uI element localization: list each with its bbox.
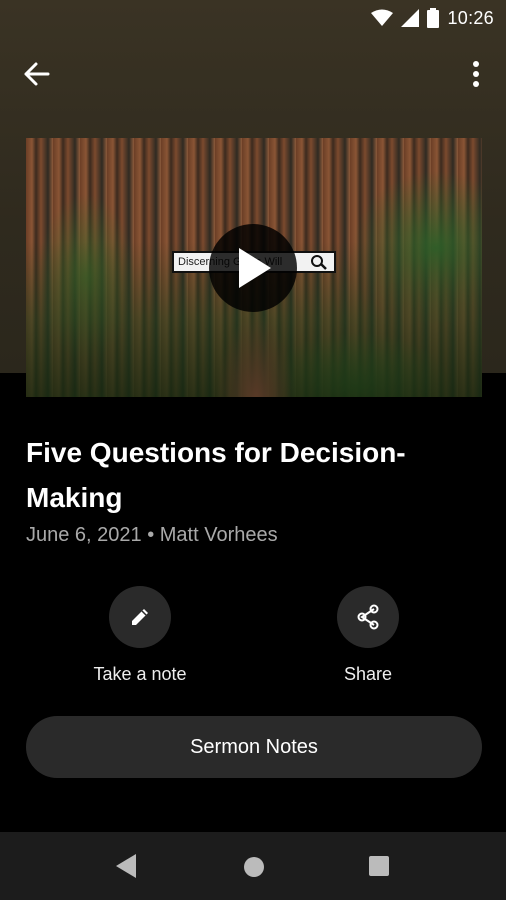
pencil-icon <box>132 609 148 625</box>
app-bar <box>0 48 506 100</box>
battery-icon <box>427 8 440 28</box>
magnifier-icon <box>310 254 328 275</box>
video-thumbnail[interactable]: Discerning God's Will <box>26 138 482 397</box>
forest-path-image <box>216 313 296 397</box>
take-a-note-circle[interactable] <box>109 586 171 648</box>
take-a-note-button[interactable]: Take a note <box>60 586 220 685</box>
play-icon <box>239 248 271 288</box>
nav-back-icon <box>116 854 136 878</box>
more-vert-icon <box>473 61 479 87</box>
nav-home-icon <box>244 857 264 877</box>
status-time: 10:26 <box>447 7 494 28</box>
cell-signal-icon <box>401 9 420 27</box>
back-button[interactable] <box>22 60 52 88</box>
nav-back-button[interactable] <box>116 854 136 883</box>
more-options-button[interactable] <box>466 58 486 90</box>
nav-home-button[interactable] <box>243 856 265 883</box>
share-circle[interactable] <box>337 586 399 648</box>
navigation-bar <box>0 832 506 900</box>
share-button[interactable]: Share <box>288 586 448 685</box>
sermon-title: Five Questions for Decision-Making <box>26 437 406 513</box>
wifi-icon <box>371 9 394 27</box>
share-label: Share <box>343 664 393 684</box>
sermon-meta: June 6, 2021 • Matt Vorhees <box>26 524 278 546</box>
arrow-left-icon <box>24 62 50 86</box>
share-icon <box>357 604 379 630</box>
take-a-note-label: Take a note <box>93 664 187 684</box>
play-button[interactable] <box>209 224 297 312</box>
nav-recents-button[interactable] <box>369 856 389 881</box>
sermon-notes-button[interactable]: Sermon Notes <box>26 716 482 778</box>
nav-recents-icon <box>369 856 389 876</box>
status-bar: 10:26 <box>0 0 506 36</box>
